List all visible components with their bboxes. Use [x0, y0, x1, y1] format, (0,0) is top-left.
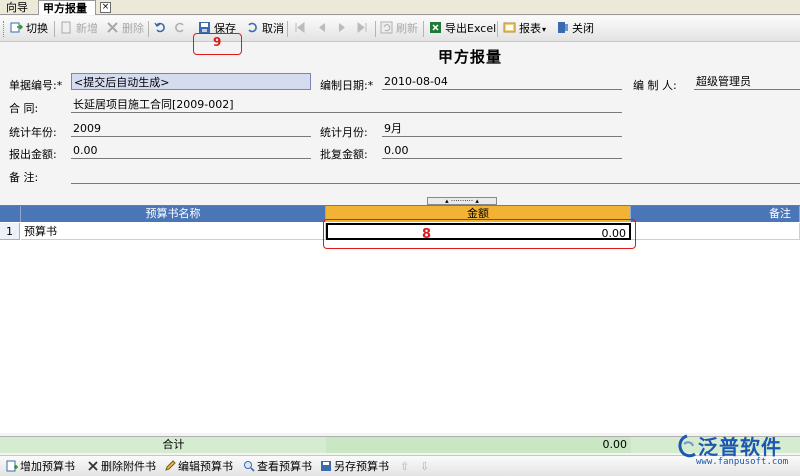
grid-corner — [0, 206, 21, 222]
main-toolbar: 切换 新增 删除 保存 9 取消 刷新 导出Excel 报表▾ 关闭 — [0, 16, 800, 55]
last-record-button[interactable] — [356, 20, 372, 38]
brand-url: www.fanpusoft.com — [696, 457, 789, 467]
report-icon — [503, 22, 516, 33]
doc-no-label: 单据编号:* — [9, 79, 63, 92]
first-icon — [295, 22, 305, 33]
totals-label: 合计 — [21, 437, 326, 453]
month-label: 统计月份: — [320, 126, 368, 139]
remark-label: 备 注: — [9, 171, 39, 184]
contract-field[interactable]: 长延居项目施工合同[2009-002] — [71, 96, 622, 113]
maker-label: 编 制 人: — [633, 79, 677, 92]
delete-x-icon — [88, 461, 98, 471]
next-record-button[interactable] — [336, 20, 352, 38]
tab-strip: 向导 甲方报量 × — [0, 0, 800, 15]
close-door-icon — [558, 22, 568, 33]
report-dropdown-button[interactable]: 报表▾ — [503, 20, 546, 38]
cell-budget-name[interactable]: 预算书 — [21, 223, 326, 240]
row-number: 1 — [0, 223, 20, 240]
brand-name: 泛普软件 — [698, 435, 782, 459]
undo-icon — [154, 22, 165, 33]
brand-logo: 泛普软件 www.fanpusoft.com — [676, 430, 800, 476]
cancel-undo-icon — [248, 22, 257, 33]
excel-icon — [430, 22, 441, 33]
undo-button[interactable] — [154, 20, 170, 38]
report-amount-field[interactable]: 0.00 — [71, 142, 311, 159]
toolbar-separator — [287, 21, 288, 37]
toolbar-separator — [148, 21, 149, 37]
saveas-budget-button[interactable]: 另存预算书 — [320, 459, 389, 475]
toolbar-separator — [497, 21, 498, 37]
redo-icon — [175, 22, 184, 33]
arrow-up-icon: ⇧ — [400, 460, 410, 473]
toolbar-separator — [375, 21, 376, 37]
report-amount-label: 报出金额: — [9, 148, 57, 161]
close-button[interactable]: 关闭 — [556, 20, 594, 38]
cell-remark[interactable] — [631, 223, 800, 240]
year-field[interactable]: 2009 — [71, 120, 311, 137]
cancel-button[interactable]: 取消 — [246, 20, 284, 38]
add-icon — [61, 21, 71, 34]
add-budget-button[interactable]: 增加预算书 — [6, 459, 75, 475]
tab-wizard[interactable]: 向导 — [2, 0, 32, 15]
date-field[interactable]: 2010-08-04 — [382, 73, 622, 90]
maker-field[interactable]: 超级管理员 — [694, 73, 800, 90]
month-field[interactable]: 9月 — [382, 120, 622, 137]
form-title: 甲方报量 — [437, 48, 502, 66]
view-budget-button[interactable]: 查看预算书 — [243, 459, 312, 475]
refresh-button[interactable]: 刷新 — [380, 20, 418, 38]
approved-amount-field[interactable]: 0.00 — [382, 142, 622, 159]
toolbar-grip — [3, 21, 6, 37]
doc-no-field[interactable]: <提交后自动生成> — [71, 73, 311, 90]
annotation-box-amount — [323, 219, 636, 249]
column-header-name[interactable]: 预算书名称 — [21, 206, 326, 222]
switch-icon — [10, 22, 23, 33]
splitter-handle[interactable]: ▴ ·········· ▴ — [427, 197, 497, 205]
prev-icon — [319, 23, 325, 32]
column-header-remark[interactable]: 备注 — [631, 206, 800, 222]
delete-attachment-button[interactable]: 删除附件书 — [87, 459, 156, 475]
add-button[interactable]: 新增 — [60, 20, 98, 38]
totals-corner — [0, 437, 21, 453]
edit-budget-button[interactable]: 编辑预算书 — [164, 459, 233, 475]
add-budget-icon — [6, 460, 18, 472]
toolbar-separator — [423, 21, 424, 37]
annotation-badge-amount: 8 — [422, 227, 432, 242]
delete-button[interactable]: 删除 — [106, 20, 144, 38]
edit-pencil-icon — [165, 460, 176, 471]
saveas-disk-icon — [321, 461, 331, 471]
first-record-button[interactable] — [293, 20, 309, 38]
move-down-button[interactable]: ⇩ — [420, 459, 429, 475]
toolbar-separator — [54, 21, 55, 37]
view-magnifier-icon — [244, 461, 255, 472]
date-label: 编制日期:* — [320, 79, 374, 92]
delete-x-icon — [107, 22, 118, 33]
tab-close-icon[interactable]: × — [100, 2, 111, 13]
brand-swirl-icon — [678, 434, 696, 458]
switch-button[interactable]: 切换 — [10, 20, 48, 38]
contract-label: 合 同: — [9, 102, 39, 115]
arrow-down-icon: ⇩ — [420, 460, 430, 473]
remark-field[interactable] — [71, 167, 800, 184]
next-icon — [339, 23, 345, 32]
refresh-icon — [380, 21, 393, 34]
export-excel-button[interactable]: 导出Excel — [429, 20, 496, 38]
chevron-down-icon: ▾ — [542, 25, 547, 34]
redo-button[interactable] — [173, 20, 189, 38]
year-label: 统计年份: — [9, 126, 57, 139]
prev-record-button[interactable] — [315, 20, 331, 38]
last-icon — [357, 22, 367, 33]
totals-amount: 0.00 — [326, 437, 631, 453]
tab-contractor-report[interactable]: 甲方报量 — [38, 0, 96, 15]
approved-amount-label: 批复金额: — [320, 148, 368, 161]
move-up-button[interactable]: ⇧ — [400, 459, 409, 475]
